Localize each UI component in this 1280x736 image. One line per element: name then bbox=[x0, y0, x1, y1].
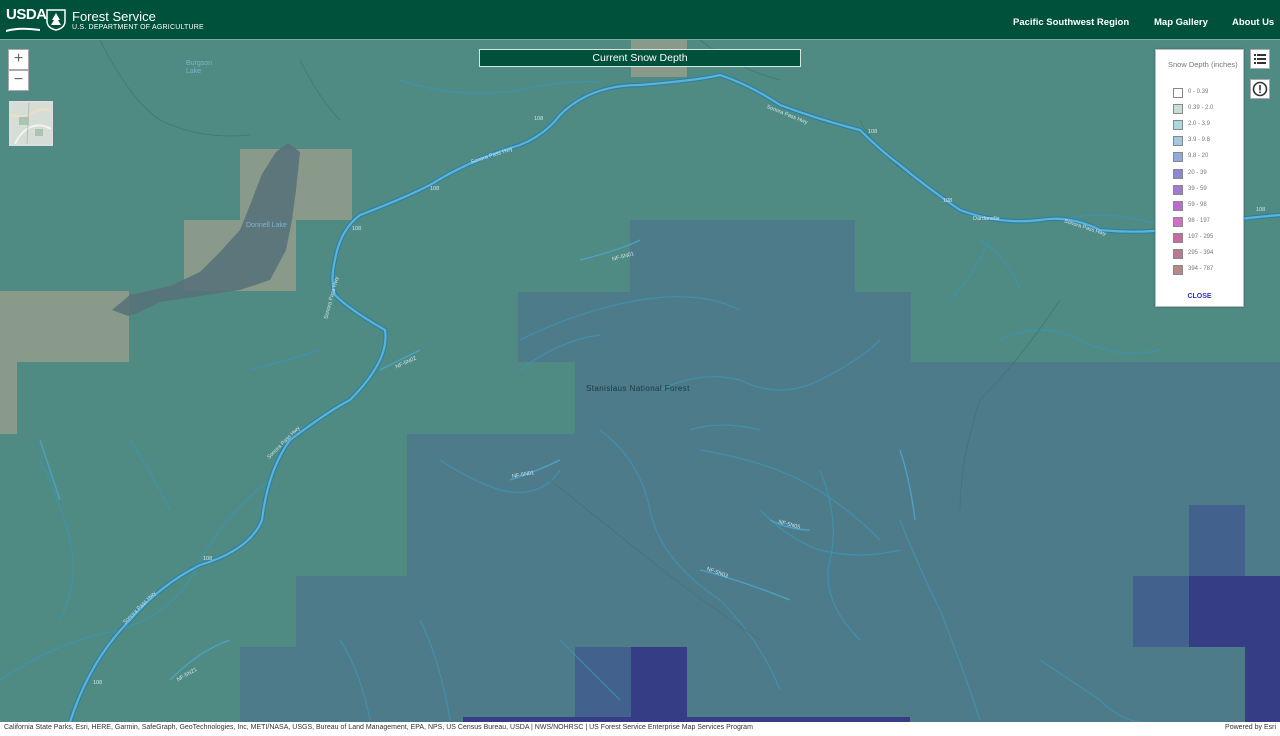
zoom-in-button[interactable]: + bbox=[8, 49, 29, 70]
route-108-badge-5: 108 bbox=[943, 198, 953, 204]
route-108-badge-4: 108 bbox=[868, 129, 878, 135]
legend-item-label: 295 - 394 bbox=[1188, 250, 1214, 256]
legend-swatch bbox=[1173, 265, 1183, 276]
legend-swatch bbox=[1173, 120, 1183, 131]
legend-item-label: 197 - 295 bbox=[1188, 233, 1214, 240]
legend-swatch bbox=[1173, 216, 1183, 227]
legend-swatch bbox=[1173, 88, 1183, 98]
usda-logo-text: USDA bbox=[6, 6, 47, 23]
legend-close-button[interactable]: CLOSE bbox=[1156, 293, 1243, 300]
route-108-badge-2: 108 bbox=[430, 186, 440, 192]
legend-item-label: 39 - 59 bbox=[1188, 185, 1207, 192]
site-header: USDA Forest Service U.S. DEPARTMENT OF A… bbox=[0, 0, 1280, 40]
department-name: U.S. DEPARTMENT OF AGRICULTURE bbox=[72, 24, 204, 31]
legend-item-label: 2.0 - 3.9 bbox=[1188, 121, 1211, 128]
route-108-badge-7: 108 bbox=[203, 556, 213, 562]
lake-label: Donnell Lake bbox=[246, 222, 287, 229]
dardanelle-label: Dardanelle bbox=[973, 216, 1000, 222]
legend-item-label: 0.39 - 2.0 bbox=[1188, 105, 1214, 112]
legend-item-label: 98 - 197 bbox=[1188, 217, 1211, 224]
attribution-text: California State Parks, Esri, HERE, Garm… bbox=[4, 724, 753, 731]
forest-service-shield-icon bbox=[46, 9, 66, 31]
legend-item-label: 3.9 - 9.8 bbox=[1188, 137, 1211, 144]
legend-swatch bbox=[1173, 152, 1183, 163]
legend-swatch bbox=[1173, 104, 1183, 115]
list-icon bbox=[1254, 54, 1266, 64]
route-108-badge-3: 108 bbox=[352, 226, 362, 232]
nav-pacific-southwest-region[interactable]: Pacific Southwest Region bbox=[1013, 17, 1129, 28]
legend-item-label: 9.8 - 20 bbox=[1188, 153, 1209, 160]
basemap-toggle[interactable] bbox=[9, 101, 53, 146]
basemap-thumbnail-icon bbox=[11, 103, 51, 144]
nav-map-gallery[interactable]: Map Gallery bbox=[1154, 17, 1208, 28]
legend-item-label: 20 - 39 bbox=[1188, 169, 1207, 176]
map-view[interactable]: Donnell Lake Burgson Lake Stanislaus Nat… bbox=[0, 40, 1280, 722]
attribution-bar: California State Parks, Esri, HERE, Garm… bbox=[0, 722, 1280, 736]
legend-item-label: 394 - 787 bbox=[1188, 266, 1214, 273]
route-108-badge-8: 108 bbox=[93, 680, 103, 686]
map-canvas bbox=[0, 40, 1280, 722]
forest-label: Stanislaus National Forest bbox=[586, 384, 690, 393]
legend-item-label: 0 - 0.39 bbox=[1188, 89, 1209, 95]
powered-by-esri[interactable]: Powered by Esri bbox=[1225, 724, 1276, 731]
zoom-out-button[interactable]: − bbox=[8, 70, 29, 91]
legend-swatch bbox=[1173, 200, 1183, 211]
legend-toggle-button[interactable] bbox=[1250, 49, 1270, 69]
legend-swatch bbox=[1173, 168, 1183, 179]
legend-swatch bbox=[1173, 184, 1183, 195]
route-108-badge-1: 108 bbox=[534, 116, 544, 122]
usda-swoosh-icon bbox=[6, 27, 40, 32]
usda-logo[interactable]: USDA bbox=[6, 6, 47, 34]
agency-name: Forest Service bbox=[72, 9, 156, 24]
burgson-lake-label: Burgson Lake bbox=[186, 60, 213, 75]
nav-about-us[interactable]: About Us bbox=[1232, 17, 1274, 28]
legend-panel: Snow Depth (inches) 0 - 0.39 0.39 - 2.0 2.… bbox=[1155, 49, 1244, 307]
info-icon bbox=[1252, 81, 1268, 97]
route-108-badge-6: 108 bbox=[1256, 207, 1266, 213]
legend-swatch bbox=[1173, 232, 1183, 243]
legend-title: Snow Depth (inches) bbox=[1168, 60, 1238, 69]
map-title: Current Snow Depth bbox=[479, 49, 801, 67]
legend-swatch bbox=[1173, 249, 1183, 259]
legend-item-label: 59 - 98 bbox=[1188, 201, 1207, 208]
info-button[interactable] bbox=[1250, 79, 1270, 99]
legend-swatch bbox=[1173, 136, 1183, 147]
